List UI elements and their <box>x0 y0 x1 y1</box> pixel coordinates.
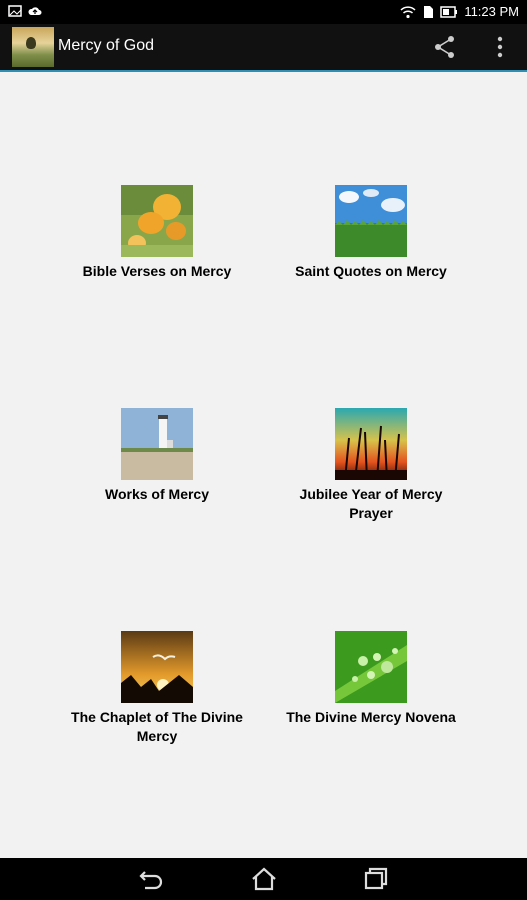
menu-item-label: Works of Mercy <box>105 486 209 502</box>
image-notification-icon <box>8 5 22 17</box>
menu-item-works-of-mercy[interactable]: Works of Mercy <box>62 408 252 504</box>
back-icon[interactable] <box>137 866 165 892</box>
sim-icon <box>424 5 434 18</box>
app-logo[interactable] <box>12 27 54 67</box>
overflow-menu-icon[interactable] <box>490 34 510 60</box>
field-blue-sky-image <box>335 185 407 257</box>
menu-item-jubilee-prayer[interactable]: Jubilee Year of Mercy Prayer <box>276 408 466 523</box>
battery-icon <box>440 5 458 18</box>
sunset-grass-image <box>335 408 407 480</box>
menu-item-label: Jubilee Year of Mercy Prayer <box>299 486 443 521</box>
app-title: Mercy of God <box>58 37 155 54</box>
menu-item-saint-quotes[interactable]: Saint Quotes on Mercy <box>276 185 466 281</box>
menu-item-chaplet[interactable]: The Chaplet of The Divine Mercy <box>62 631 252 746</box>
menu-item-novena[interactable]: The Divine Mercy Novena <box>276 631 466 727</box>
yellow-flowers-image <box>121 185 193 257</box>
status-right-icons: 11:23 PM <box>400 4 519 19</box>
home-icon[interactable] <box>250 866 278 892</box>
menu-item-bible-verses[interactable]: Bible Verses on Mercy <box>62 185 252 281</box>
menu-item-label: Bible Verses on Mercy <box>82 263 232 279</box>
recent-apps-icon[interactable] <box>362 866 390 892</box>
lighthouse-beach-image <box>121 408 193 480</box>
menu-item-label: Saint Quotes on Mercy <box>295 263 447 279</box>
menu-item-label: The Divine Mercy Novena <box>286 709 456 725</box>
status-bar: 11:23 PM <box>0 0 527 24</box>
navigation-bar <box>0 858 527 900</box>
share-icon[interactable] <box>432 34 458 60</box>
status-time: 11:23 PM <box>464 4 519 19</box>
app-bar: Mercy of God <box>0 24 527 72</box>
menu-item-label: The Chaplet of The Divine Mercy <box>71 709 243 744</box>
water-drops-leaf-image <box>335 631 407 703</box>
bird-sunset-mountains-image <box>121 631 193 703</box>
upload-cloud-icon <box>28 7 42 15</box>
status-left-icons <box>8 5 42 17</box>
wifi-icon <box>400 5 416 18</box>
